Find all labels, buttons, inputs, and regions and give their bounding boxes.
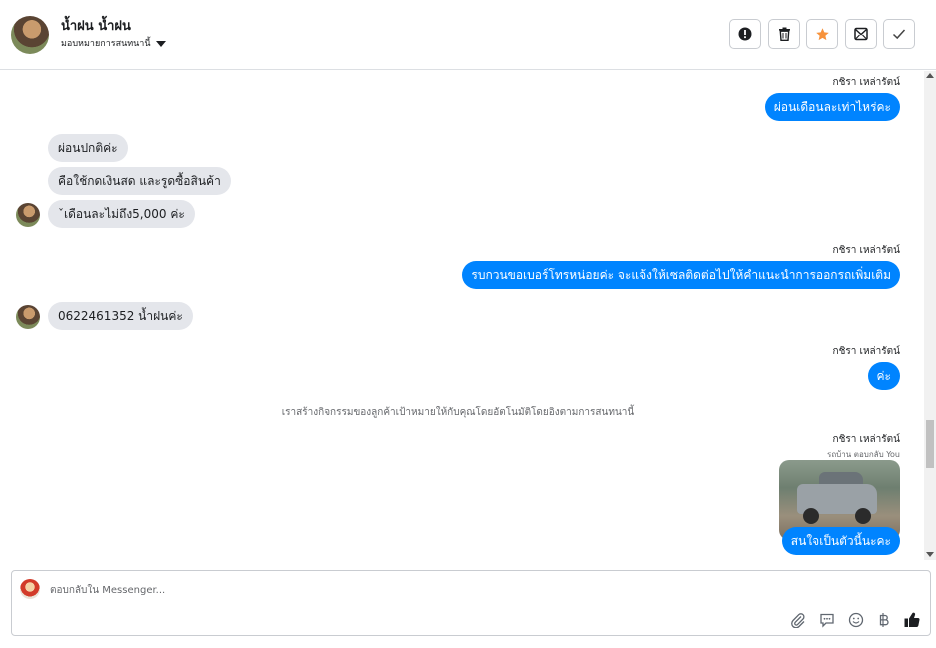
truck-wheel: [855, 508, 871, 524]
saved-replies-icon: [820, 613, 834, 628]
chat-scrollbar[interactable]: [924, 71, 936, 560]
outgoing-message[interactable]: ค่ะ: [867, 362, 900, 390]
outgoing-message[interactable]: สนใจเป็นตัวนี้นะคะ: [781, 527, 900, 555]
mark-spam-button[interactable]: [729, 19, 761, 49]
trash-icon: [778, 27, 790, 41]
reply-input[interactable]: [50, 581, 750, 599]
truck-wheel: [803, 508, 819, 524]
contact-avatar-small: [16, 305, 40, 329]
attachment-icon: [791, 613, 805, 628]
mark-unread-icon: [854, 27, 868, 41]
mark-unread-button[interactable]: [845, 19, 877, 49]
incoming-message[interactable]: 0622461352 น้ำฝนค่ะ: [48, 302, 193, 330]
outgoing-message[interactable]: รบกวนขอเบอร์โทรหน่อยค่ะ จะแจ้งให้เซลติดต…: [462, 261, 900, 289]
scroll-thumb[interactable]: [926, 420, 934, 468]
message-sender: กชิรา เหล่ารัตน์: [832, 77, 900, 88]
system-note: เราสร้างกิจกรรมของลูกค้าเป้าหมายให้กับคุ…: [281, 407, 635, 418]
saved-replies-button[interactable]: [817, 610, 837, 630]
emoji-button[interactable]: [846, 610, 866, 630]
scroll-down-icon[interactable]: [926, 552, 934, 557]
outgoing-message[interactable]: ผ่อนเดือนละเท่าไหร่คะ: [764, 93, 900, 121]
scroll-up-icon[interactable]: [926, 73, 934, 78]
delete-button[interactable]: [768, 19, 800, 49]
mark-done-button[interactable]: [883, 19, 915, 49]
baht-icon: [879, 613, 889, 627]
incoming-message[interactable]: ˇเดือนละไม่ถึง5,000 ค่ะ: [48, 200, 195, 228]
contact-avatar-small: [16, 203, 40, 227]
exclamation-circle-icon: [738, 27, 752, 41]
contact-name[interactable]: น้ำฝน น้ำฝน: [61, 15, 131, 36]
message-sender: กชิรา เหล่ารัตน์: [832, 434, 900, 445]
incoming-message[interactable]: คือใช้กดเงินสด และรูดซื้อสินค้า: [48, 167, 231, 195]
conversation-header: น้ำฝน น้ำฝน มอบหมายการสนทนานี้: [0, 0, 936, 70]
page-avatar: [20, 579, 40, 599]
star-icon: [815, 27, 829, 40]
attachment-button[interactable]: [788, 610, 808, 630]
message-thread[interactable]: กชิรา เหล่ารัตน์ ผ่อนเดือนละเท่าไหร่คะ ผ…: [0, 71, 924, 560]
check-icon: [892, 29, 906, 40]
message-sender: กชิรา เหล่ารัตน์: [832, 346, 900, 357]
star-button[interactable]: [806, 19, 838, 49]
assign-conversation-dropdown[interactable]: มอบหมายการสนทนานี้: [61, 36, 166, 50]
emoji-icon: [848, 612, 864, 628]
caret-down-icon: [155, 40, 166, 47]
like-icon: [904, 612, 920, 628]
payment-button[interactable]: [874, 610, 894, 630]
incoming-message[interactable]: ผ่อนปกติค่ะ: [48, 134, 128, 162]
assign-label: มอบหมายการสนทนานี้: [61, 39, 151, 49]
reply-composer: [11, 570, 931, 636]
contact-avatar[interactable]: [11, 16, 49, 54]
send-like-button[interactable]: [902, 610, 922, 630]
message-sender: กชิรา เหล่ารัตน์: [832, 245, 900, 256]
